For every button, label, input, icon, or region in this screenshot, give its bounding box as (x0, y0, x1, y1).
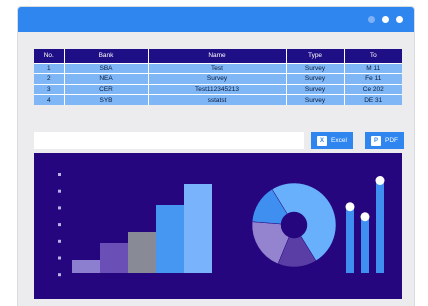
table-cell: 3 (34, 83, 64, 95)
table-cell: Survey (285, 62, 344, 74)
export-excel-button[interactable]: X Excel (311, 132, 353, 149)
table-cell: CER (63, 83, 148, 95)
thin-bar (376, 180, 384, 273)
thin-bar (346, 206, 354, 273)
table-cell: Survey (147, 73, 286, 84)
export-pdf-button[interactable]: P PDF (365, 132, 404, 149)
column-header[interactable]: Bank (63, 49, 148, 63)
search-input[interactable] (34, 132, 304, 149)
table-cell: Survey (285, 94, 344, 105)
table-row[interactable]: 1 SBA Test Survey M 11 (34, 62, 402, 74)
titlebar (18, 7, 414, 32)
table-cell: Survey (285, 73, 344, 84)
y-tick (58, 273, 61, 277)
column-header[interactable]: No. (34, 49, 64, 63)
y-tick (58, 239, 61, 243)
bar (184, 184, 212, 273)
window-controls (368, 16, 403, 23)
y-tick (58, 206, 61, 210)
table-cell: Test (147, 62, 286, 74)
bar-marker (360, 212, 370, 222)
table-cell: Fe 11 (343, 73, 402, 84)
window-dot-icon[interactable] (396, 16, 403, 23)
table-body: 1 SBA Test Survey M 11 2 NEA Survey Survey Fe 11 3… (34, 62, 402, 105)
bar (128, 232, 156, 273)
bar-marker (345, 202, 355, 212)
table-cell: Ce 202 (343, 83, 402, 95)
table-cell: SBA (63, 62, 148, 74)
table-cell: DE 31 (343, 94, 402, 105)
table-cell: 1 (34, 62, 64, 74)
y-tick (58, 256, 61, 260)
bank-table: No. Bank Name Type To 1 SBA Test Survey M 11 2 NEA… (34, 49, 402, 105)
bar (156, 205, 184, 273)
window-dot-icon[interactable] (382, 16, 389, 23)
column-header[interactable]: Type (285, 49, 344, 63)
toolbar: X Excel P PDF (34, 132, 404, 149)
table-header-row: No. Bank Name Type To (34, 49, 402, 63)
table-row[interactable]: 4 SYB sstatst Survey DE 31 (34, 94, 402, 105)
y-tick (58, 173, 61, 176)
charts-svg (58, 173, 385, 277)
pdf-icon: P (371, 135, 381, 146)
excel-icon: X (317, 135, 327, 146)
column-header[interactable]: To (343, 49, 402, 63)
thin-bar (361, 216, 369, 273)
table-cell: 2 (34, 73, 64, 84)
table-cell: 4 (34, 94, 64, 105)
y-tick (58, 223, 61, 227)
table-cell: SYB (63, 94, 148, 105)
table-cell: NEA (63, 73, 148, 84)
excel-label: Excel (331, 137, 347, 144)
bar (100, 243, 128, 273)
window-dot-icon[interactable] (368, 16, 375, 23)
bar (72, 260, 100, 273)
bar-marker (375, 176, 385, 185)
app-window: No. Bank Name Type To 1 SBA Test Survey M 11 2 NEA… (17, 6, 415, 306)
column-header[interactable]: Name (147, 49, 286, 63)
pdf-label: PDF (385, 137, 398, 144)
table-cell: sstatst (147, 94, 286, 105)
table-row[interactable]: 3 CER Test11234521​3 Survey Ce 202 (34, 83, 402, 95)
y-tick (58, 189, 61, 193)
table-cell: Survey (285, 83, 344, 95)
table-cell: M 11 (343, 62, 402, 74)
chart-panel (34, 153, 402, 299)
table-row[interactable]: 2 NEA Survey Survey Fe 11 (34, 73, 402, 84)
table-cell: Test11234521​3 (147, 83, 286, 95)
